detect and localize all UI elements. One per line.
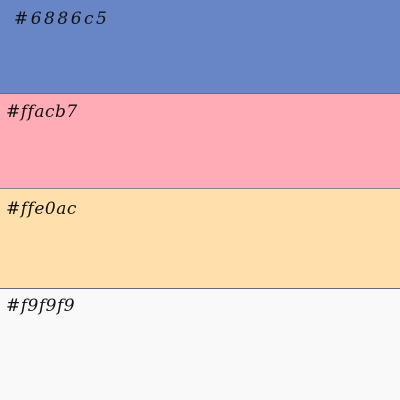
swatch-hex-label: #f9f9f9 [6,296,76,316]
color-palette: #6886c5 #ffacb7 #ffe0ac #f9f9f9 [0,0,400,400]
color-swatch-2: #ffacb7 [0,93,400,188]
color-swatch-3: #ffe0ac [0,188,400,288]
color-swatch-4: #f9f9f9 [0,288,400,400]
swatch-hex-label: #ffacb7 [6,102,78,122]
swatch-hex-label: #6886c5 [14,9,110,29]
color-swatch-1: #6886c5 [0,0,400,93]
swatch-hex-label: #ffe0ac [6,199,77,219]
